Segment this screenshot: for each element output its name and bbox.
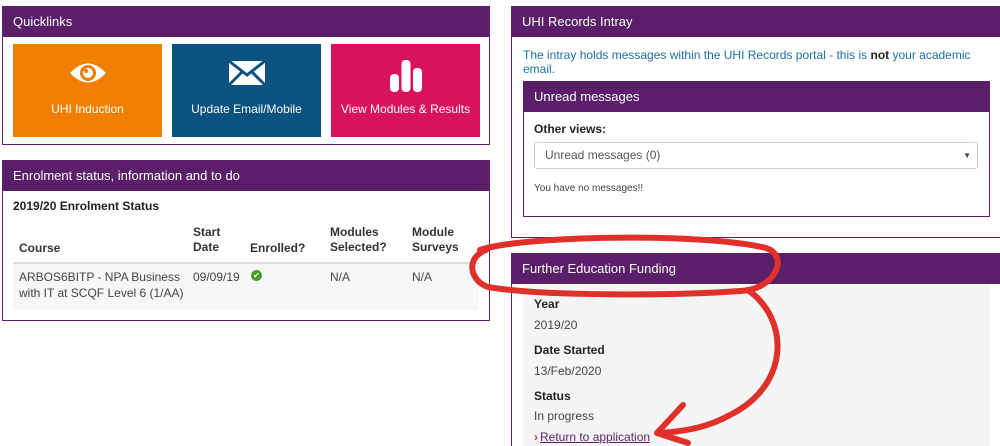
col-header-modules: Modules Selected? <box>330 225 387 255</box>
cell-course-line2: with IT at SCQF Level 6 (1/AA) <box>19 286 184 300</box>
return-to-application-link[interactable]: › Return to application <box>534 430 650 444</box>
quicklinks-panel: Quicklinks UHI Induction Update Email/Mo… <box>2 6 490 145</box>
status-value: In progress <box>534 409 595 423</box>
col-header-surveys-line1: Module <box>412 225 454 239</box>
enrolment-panel: Enrolment status, information and to do … <box>2 160 490 321</box>
further-education-funding-panel: Further Education Funding Year 2019/20 D… <box>511 253 1000 446</box>
intray-info-pre: The intray holds messages within the UHI… <box>523 48 871 62</box>
cell-modules-selected: N/A <box>330 270 351 284</box>
col-header-surveys-line2: Surveys <box>412 240 459 254</box>
funding-title: Further Education Funding <box>512 254 1000 284</box>
date-started-label: Date Started <box>534 343 605 357</box>
col-header-surveys: Module Surveys <box>412 225 459 255</box>
chevron-right-icon: › <box>534 430 538 444</box>
date-started-value: 13/Feb/2020 <box>534 364 602 378</box>
update-email-mobile-label: Update Email/Mobile <box>191 102 302 116</box>
col-header-course: Course <box>19 241 61 255</box>
records-intray-panel: UHI Records Intray The intray holds mess… <box>511 6 1000 238</box>
update-email-mobile-tile[interactable]: Update Email/Mobile <box>172 44 321 137</box>
envelope-icon <box>227 58 267 91</box>
bar-chart-icon <box>386 58 426 95</box>
return-to-application-label: Return to application <box>540 430 651 444</box>
intray-info-bold: not <box>870 48 890 62</box>
view-modules-results-label: View Modules & Results <box>340 102 471 116</box>
col-header-start-line1: Start <box>193 225 221 239</box>
year-label: Year <box>534 297 560 311</box>
cell-module-surveys: N/A <box>412 270 433 284</box>
unread-messages-panel: Unread messages Other views: Unread mess… <box>523 81 990 217</box>
no-messages-text: You have no messages!! <box>534 183 644 194</box>
cell-start-date: 09/09/19 <box>193 270 240 284</box>
enrolment-title: Enrolment status, information and to do <box>3 161 489 191</box>
funding-body: Year 2019/20 Date Started 13/Feb/2020 St… <box>523 285 990 446</box>
eye-icon <box>68 58 108 91</box>
other-views-selected-value: Unread messages (0) <box>545 148 661 162</box>
uhi-induction-label: UHI Induction <box>51 102 124 116</box>
cell-course-line1: ARBOS6BITP - NPA Business <box>19 270 180 284</box>
other-views-select[interactable]: Unread messages (0) ▼ <box>534 142 978 169</box>
col-header-modules-line1: Modules <box>330 225 379 239</box>
year-value: 2019/20 <box>534 318 578 332</box>
status-label: Status <box>534 389 571 403</box>
quicklinks-title: Quicklinks <box>3 7 489 37</box>
col-header-enrolled: Enrolled? <box>250 241 306 255</box>
col-header-start-line2: Date <box>193 240 220 254</box>
uhi-induction-tile[interactable]: UHI Induction <box>13 44 162 137</box>
select-caret-icon: ▼ <box>963 151 971 160</box>
check-circle-icon: ✔ <box>251 270 262 281</box>
col-header-start-date: Start Date <box>193 225 220 255</box>
intray-info-text: The intray holds messages within the UHI… <box>523 48 1000 76</box>
other-views-label: Other views: <box>534 122 607 136</box>
enrolment-subtitle: 2019/20 Enrolment Status <box>13 199 160 213</box>
col-header-modules-line2: Selected? <box>330 240 387 254</box>
cell-course: ARBOS6BITP - NPA Business with IT at SCQ… <box>19 269 184 301</box>
intray-title: UHI Records Intray <box>512 7 1000 37</box>
unread-messages-title: Unread messages <box>524 82 989 112</box>
view-modules-results-tile[interactable]: View Modules & Results <box>331 44 480 137</box>
